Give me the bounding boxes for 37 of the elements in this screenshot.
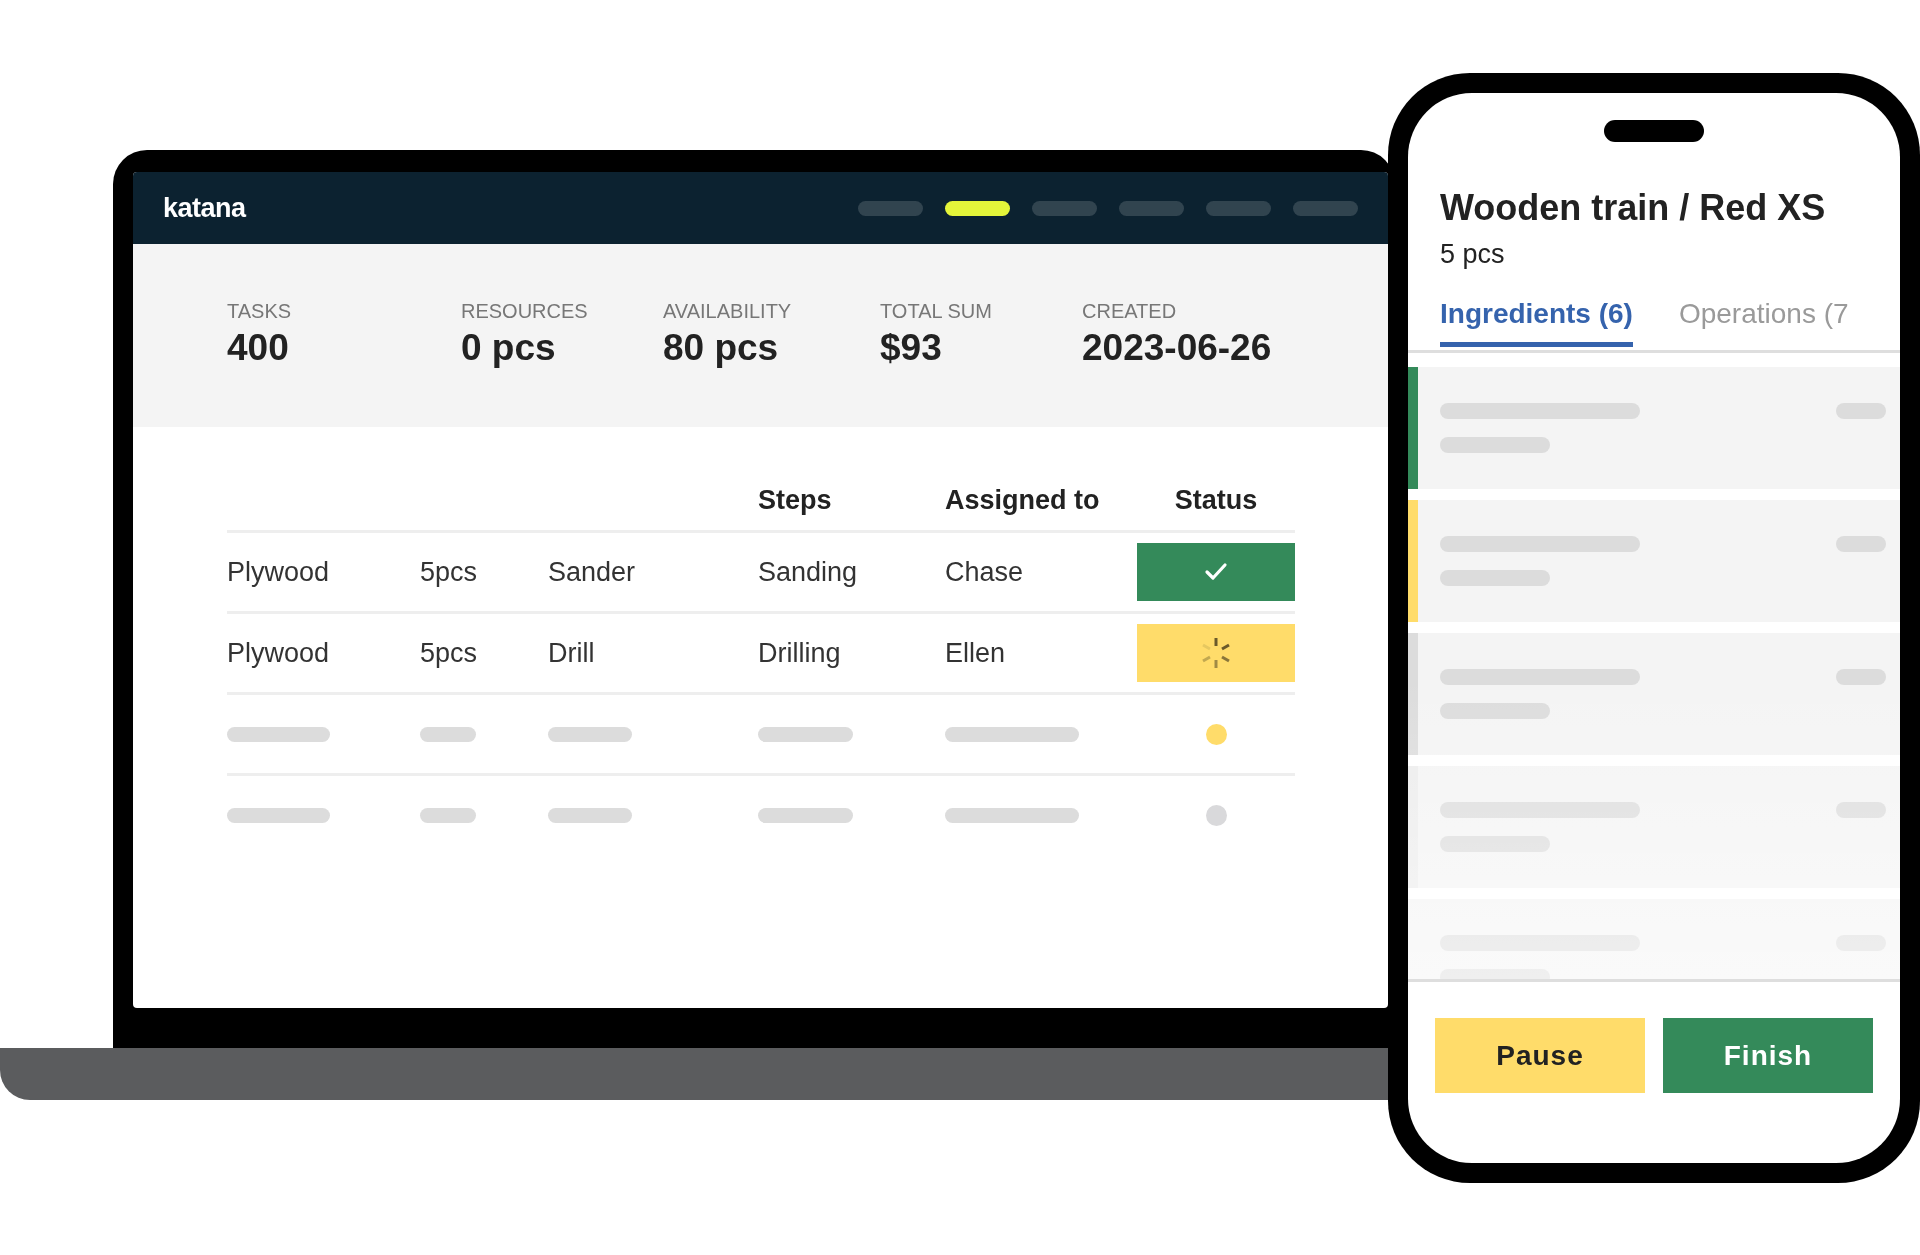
nav-pill[interactable] bbox=[945, 200, 1010, 216]
stat-value: 80 pcs bbox=[663, 327, 779, 369]
stat-label: CREATED bbox=[1082, 300, 1177, 323]
table-cell: Drill bbox=[548, 637, 595, 669]
list-card[interactable] bbox=[1408, 367, 1900, 489]
column-header: Status bbox=[1174, 484, 1258, 516]
finish-button[interactable]: Finish bbox=[1663, 1018, 1873, 1093]
table-cell: Sander bbox=[548, 556, 636, 588]
table-cell: Ellen bbox=[945, 637, 1006, 669]
placeholder-bar bbox=[420, 807, 476, 823]
stat-value: 2023-06-26 bbox=[1082, 327, 1272, 369]
tab[interactable]: Ingredients (6) bbox=[1440, 298, 1633, 347]
placeholder-bar bbox=[1836, 669, 1886, 685]
table-cell: Sanding bbox=[758, 556, 858, 588]
stat-value: 0 pcs bbox=[461, 327, 556, 369]
pause-button[interactable]: Pause bbox=[1435, 1018, 1645, 1093]
table-cell: Drilling bbox=[758, 637, 841, 669]
column-header: Steps bbox=[758, 484, 832, 516]
placeholder-bar bbox=[1836, 403, 1886, 419]
column-header: Assigned to bbox=[945, 484, 1100, 516]
stat-label: TASKS bbox=[227, 300, 292, 323]
table-cell: 5pcs bbox=[420, 637, 478, 669]
stat-value: 400 bbox=[227, 327, 289, 369]
logo: katana bbox=[163, 192, 246, 224]
item-title: Wooden train / Red XS bbox=[1440, 187, 1827, 229]
placeholder-bar bbox=[420, 726, 476, 742]
stat-label: AVAILABILITY bbox=[663, 300, 792, 323]
check-icon bbox=[1204, 562, 1228, 582]
stat-value: $93 bbox=[880, 327, 942, 369]
stat-label: TOTAL SUM bbox=[880, 300, 992, 323]
table-cell: Chase bbox=[945, 556, 1024, 588]
table-cell: Plywood bbox=[227, 637, 330, 669]
placeholder-bar bbox=[1836, 536, 1886, 552]
table-cell: 5pcs bbox=[420, 556, 478, 588]
quantity: 5 pcs bbox=[1440, 239, 1506, 270]
table-cell: Plywood bbox=[227, 556, 330, 588]
stat-label: RESOURCES bbox=[461, 300, 588, 323]
